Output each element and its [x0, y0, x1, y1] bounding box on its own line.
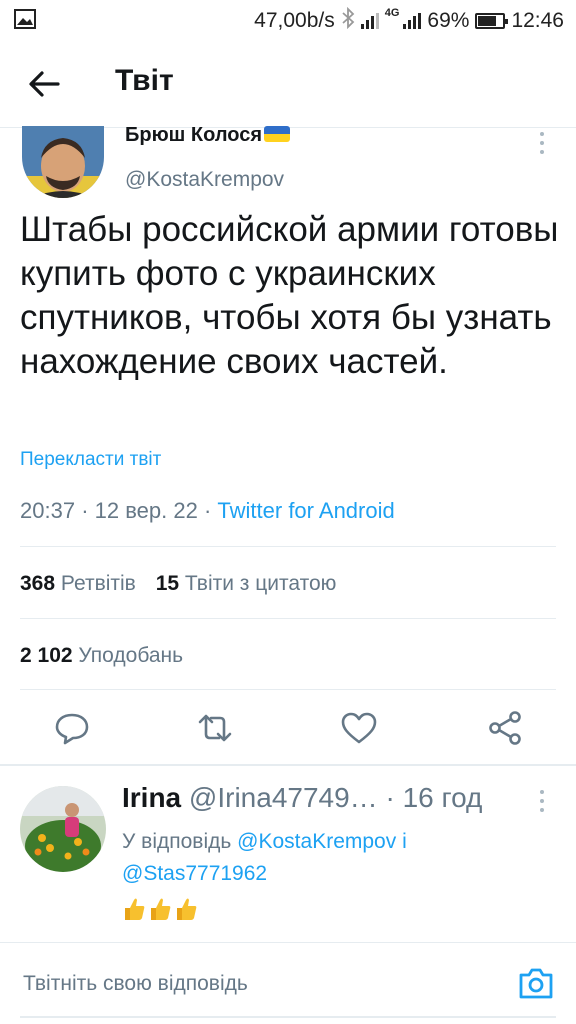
tweet-meta: 20:37 · 12 вер. 22 · Twitter for Android [20, 498, 395, 523]
tweet-client-link[interactable]: Twitter for Android [217, 498, 394, 523]
battery-icon [475, 13, 509, 29]
reply-author-handle[interactable]: @Irina47749… [189, 782, 378, 813]
status-bar: 47,00b/s 4G 69% 12:46 [0, 0, 576, 40]
thumbs-up-icon [148, 896, 172, 922]
reply-mention-2[interactable]: @Stas7771962 [122, 862, 267, 885]
likes-label: Уподобань [78, 644, 184, 667]
page-title: Твіт [115, 64, 174, 97]
quotes-count: 15 [155, 572, 180, 595]
author-name-text: Брюш Колося [125, 124, 263, 146]
divider [20, 689, 556, 690]
likes-stat[interactable]: 2 102 Уподобань [20, 644, 183, 668]
divider [20, 546, 556, 547]
reply-more-options-icon[interactable] [540, 790, 546, 812]
ukraine-flag-icon [264, 126, 291, 142]
thumbs-up-icon [122, 896, 146, 922]
camera-icon[interactable] [518, 966, 554, 1000]
reply-time: · 16 год [385, 782, 483, 813]
reply-input[interactable]: Твітніть свою відповідь [23, 972, 248, 996]
retweet-icon[interactable] [197, 710, 233, 746]
reply-mention-1[interactable]: @KostaKrempov [237, 830, 396, 853]
translate-tweet-link[interactable]: Перекласти твіт [20, 449, 161, 471]
tweet-actions [0, 700, 576, 760]
battery-percent: 69% [427, 9, 470, 32]
author-handle[interactable]: @KostaKrempov [125, 168, 284, 192]
retweet-stats: 368 Ретвітів 15 Твіти з цитатою [20, 572, 336, 596]
thumbs-up-icon [174, 896, 198, 922]
tweet-time: 20:37 [20, 498, 76, 523]
section-divider [0, 764, 576, 766]
likes-count: 2 102 [20, 644, 73, 667]
share-icon[interactable] [487, 710, 523, 746]
signal-1-icon [360, 13, 379, 29]
reply-conjunction: і [402, 830, 407, 853]
reply-text: 👍👍👍 [122, 896, 198, 926]
reply-to-line: У відповідь @KostaKrempov і @Stas7771962 [122, 826, 522, 890]
tweet-date: 12 вер. 22 [94, 498, 198, 523]
signal-2-icon [403, 13, 422, 29]
quotes-label: Твіти з цитатою [184, 572, 337, 595]
reply-author-avatar[interactable] [20, 786, 106, 872]
reply-author-name[interactable]: Irina [122, 782, 181, 813]
reply-header: Irina @Irina47749… · 16 год [122, 782, 482, 814]
reply-prefix: У відповідь [122, 830, 232, 853]
tweet-text: Штабы российской армии готовы купить фот… [20, 210, 559, 381]
quotes-stat[interactable]: 15 Твіти з цитатою [156, 572, 337, 595]
reply-icon[interactable] [54, 710, 90, 746]
network-type: 4G [384, 7, 400, 19]
author-name[interactable]: Брюш Колося [125, 124, 291, 147]
back-arrow-icon[interactable] [26, 66, 62, 102]
top-app-bar: Твіт [0, 40, 576, 128]
retweets-label: Ретвітів [60, 572, 136, 595]
like-heart-icon[interactable] [341, 710, 377, 746]
image-notification-icon [14, 9, 36, 35]
compose-reply-bar[interactable]: Твітніть свою відповідь [20, 950, 556, 1018]
retweets-stat[interactable]: 368 Ретвітів [20, 572, 136, 595]
retweets-count: 368 [20, 572, 56, 595]
author-avatar[interactable] [22, 126, 104, 198]
divider [0, 942, 576, 943]
bluetooth-icon [341, 6, 355, 35]
network-speed: 47,00b/s [254, 9, 335, 32]
clock: 12:46 [511, 9, 564, 32]
divider [20, 618, 556, 619]
more-options-icon[interactable] [540, 132, 546, 154]
